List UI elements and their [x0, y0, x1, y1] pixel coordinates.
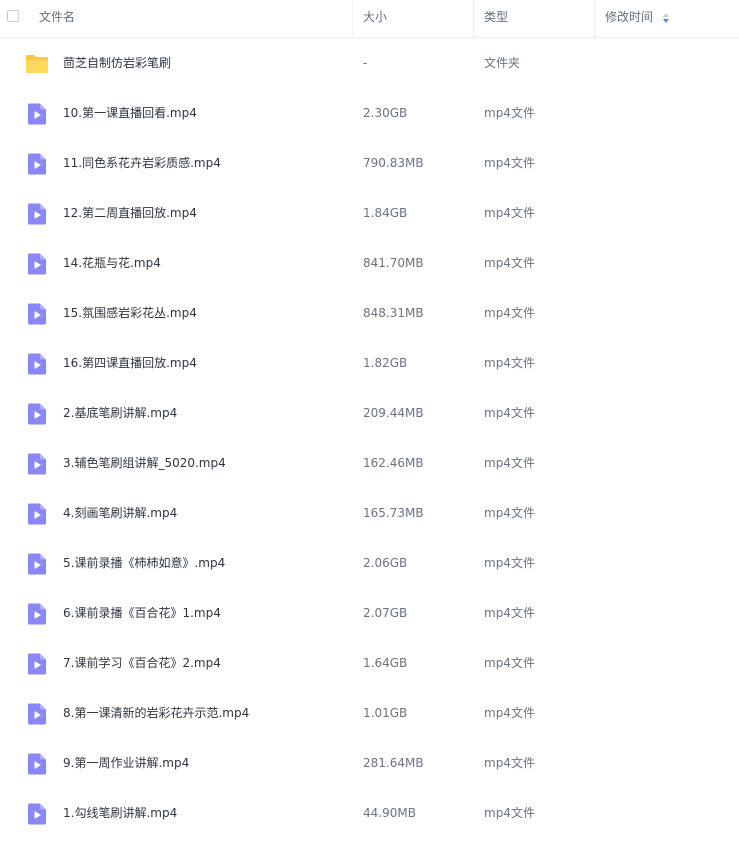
folder-row[interactable]: 茴芝自制仿岩彩笔刷 - 文件夹: [0, 38, 739, 88]
file-name[interactable]: 6.课前录播《百合花》1.mp4: [63, 588, 221, 638]
video-file-icon: [25, 302, 49, 326]
file-name[interactable]: 3.辅色笔刷组讲解_5020.mp4: [63, 438, 226, 488]
column-divider[interactable]: [352, 0, 353, 37]
video-file-icon: [25, 602, 49, 626]
file-name[interactable]: 7.课前学习《百合花》2.mp4: [63, 638, 221, 688]
select-all-checkbox[interactable]: [7, 10, 19, 22]
file-type: 文件夹: [484, 56, 521, 70]
file-type: mp4文件: [484, 406, 535, 420]
file-row[interactable]: 3.辅色笔刷组讲解_5020.mp4 162.46MB mp4文件: [0, 438, 739, 488]
file-row[interactable]: 14.花瓶与花.mp4 841.70MB mp4文件: [0, 238, 739, 288]
video-file-icon: [25, 152, 49, 176]
file-name[interactable]: 茴芝自制仿岩彩笔刷: [63, 38, 171, 88]
file-row[interactable]: 10.第一课直播回看.mp4 2.30GB mp4文件: [0, 88, 739, 138]
file-size: 2.07GB: [363, 606, 408, 620]
video-file-icon: [25, 102, 49, 126]
file-size: 1.01GB: [363, 706, 408, 720]
file-row[interactable]: 8.第一课清新的岩彩花卉示范.mp4 1.01GB mp4文件: [0, 688, 739, 738]
file-type: mp4文件: [484, 556, 535, 570]
file-type: mp4文件: [484, 456, 535, 470]
video-file-icon: [25, 452, 49, 476]
file-size: 162.46MB: [363, 456, 424, 470]
file-name[interactable]: 5.课前录播《柿柿如意》.mp4: [63, 538, 225, 588]
column-header-type[interactable]: 类型: [484, 0, 508, 37]
file-size: 790.83MB: [363, 156, 424, 170]
file-row[interactable]: 1.勾线笔刷讲解.mp4 44.90MB mp4文件: [0, 788, 739, 838]
file-size: 1.82GB: [363, 356, 408, 370]
file-size: 1.84GB: [363, 206, 408, 220]
video-file-icon: [25, 502, 49, 526]
column-divider[interactable]: [594, 0, 595, 37]
folder-icon: [25, 52, 49, 76]
file-row[interactable]: 12.第二周直播回放.mp4 1.84GB mp4文件: [0, 188, 739, 238]
file-type: mp4文件: [484, 706, 535, 720]
file-name[interactable]: 15.氛围感岩彩花丛.mp4: [63, 288, 197, 338]
file-size: 841.70MB: [363, 256, 424, 270]
file-type: mp4文件: [484, 206, 535, 220]
file-name[interactable]: 10.第一课直播回看.mp4: [63, 88, 197, 138]
video-file-icon: [25, 702, 49, 726]
sort-icon[interactable]: [663, 12, 669, 24]
file-size: 165.73MB: [363, 506, 424, 520]
file-size: 1.64GB: [363, 656, 408, 670]
file-size: 848.31MB: [363, 306, 424, 320]
file-name[interactable]: 4.刻画笔刷讲解.mp4: [63, 488, 177, 538]
file-row[interactable]: 2.基底笔刷讲解.mp4 209.44MB mp4文件: [0, 388, 739, 438]
column-header-modified[interactable]: 修改时间: [605, 0, 653, 37]
video-file-icon: [25, 402, 49, 426]
file-name[interactable]: 16.第四课直播回放.mp4: [63, 338, 197, 388]
file-size: 2.30GB: [363, 106, 408, 120]
file-name[interactable]: 9.第一周作业讲解.mp4: [63, 738, 189, 788]
video-file-icon: [25, 552, 49, 576]
file-type: mp4文件: [484, 156, 535, 170]
file-type: mp4文件: [484, 356, 535, 370]
file-row[interactable]: 16.第四课直播回放.mp4 1.82GB mp4文件: [0, 338, 739, 388]
file-row[interactable]: 11.同色系花卉岩彩质感.mp4 790.83MB mp4文件: [0, 138, 739, 188]
file-type: mp4文件: [484, 606, 535, 620]
video-file-icon: [25, 752, 49, 776]
file-row[interactable]: 4.刻画笔刷讲解.mp4 165.73MB mp4文件: [0, 488, 739, 538]
file-name[interactable]: 1.勾线笔刷讲解.mp4: [63, 788, 177, 838]
file-list-header: 文件名 大小 类型 修改时间: [0, 0, 739, 38]
video-file-icon: [25, 352, 49, 376]
file-size: -: [363, 56, 368, 70]
file-type: mp4文件: [484, 756, 535, 770]
file-row[interactable]: 15.氛围感岩彩花丛.mp4 848.31MB mp4文件: [0, 288, 739, 338]
file-type: mp4文件: [484, 806, 535, 820]
file-name[interactable]: 11.同色系花卉岩彩质感.mp4: [63, 138, 221, 188]
file-row[interactable]: 6.课前录播《百合花》1.mp4 2.07GB mp4文件: [0, 588, 739, 638]
file-size: 281.64MB: [363, 756, 424, 770]
file-name[interactable]: 12.第二周直播回放.mp4: [63, 188, 197, 238]
file-type: mp4文件: [484, 306, 535, 320]
file-size: 2.06GB: [363, 556, 408, 570]
file-size: 44.90MB: [363, 806, 416, 820]
file-size: 209.44MB: [363, 406, 424, 420]
file-name[interactable]: 14.花瓶与花.mp4: [63, 238, 161, 288]
file-name[interactable]: 2.基底笔刷讲解.mp4: [63, 388, 177, 438]
column-header-size[interactable]: 大小: [363, 0, 387, 37]
video-file-icon: [25, 202, 49, 226]
video-file-icon: [25, 652, 49, 676]
column-header-name[interactable]: 文件名: [39, 0, 75, 37]
file-type: mp4文件: [484, 656, 535, 670]
file-type: mp4文件: [484, 106, 535, 120]
file-row[interactable]: 9.第一周作业讲解.mp4 281.64MB mp4文件: [0, 738, 739, 788]
file-type: mp4文件: [484, 506, 535, 520]
video-file-icon: [25, 802, 49, 826]
file-type: mp4文件: [484, 256, 535, 270]
column-divider[interactable]: [473, 0, 474, 37]
file-row[interactable]: 7.课前学习《百合花》2.mp4 1.64GB mp4文件: [0, 638, 739, 688]
video-file-icon: [25, 252, 49, 276]
file-row[interactable]: 5.课前录播《柿柿如意》.mp4 2.06GB mp4文件: [0, 538, 739, 588]
file-name[interactable]: 8.第一课清新的岩彩花卉示范.mp4: [63, 688, 249, 738]
